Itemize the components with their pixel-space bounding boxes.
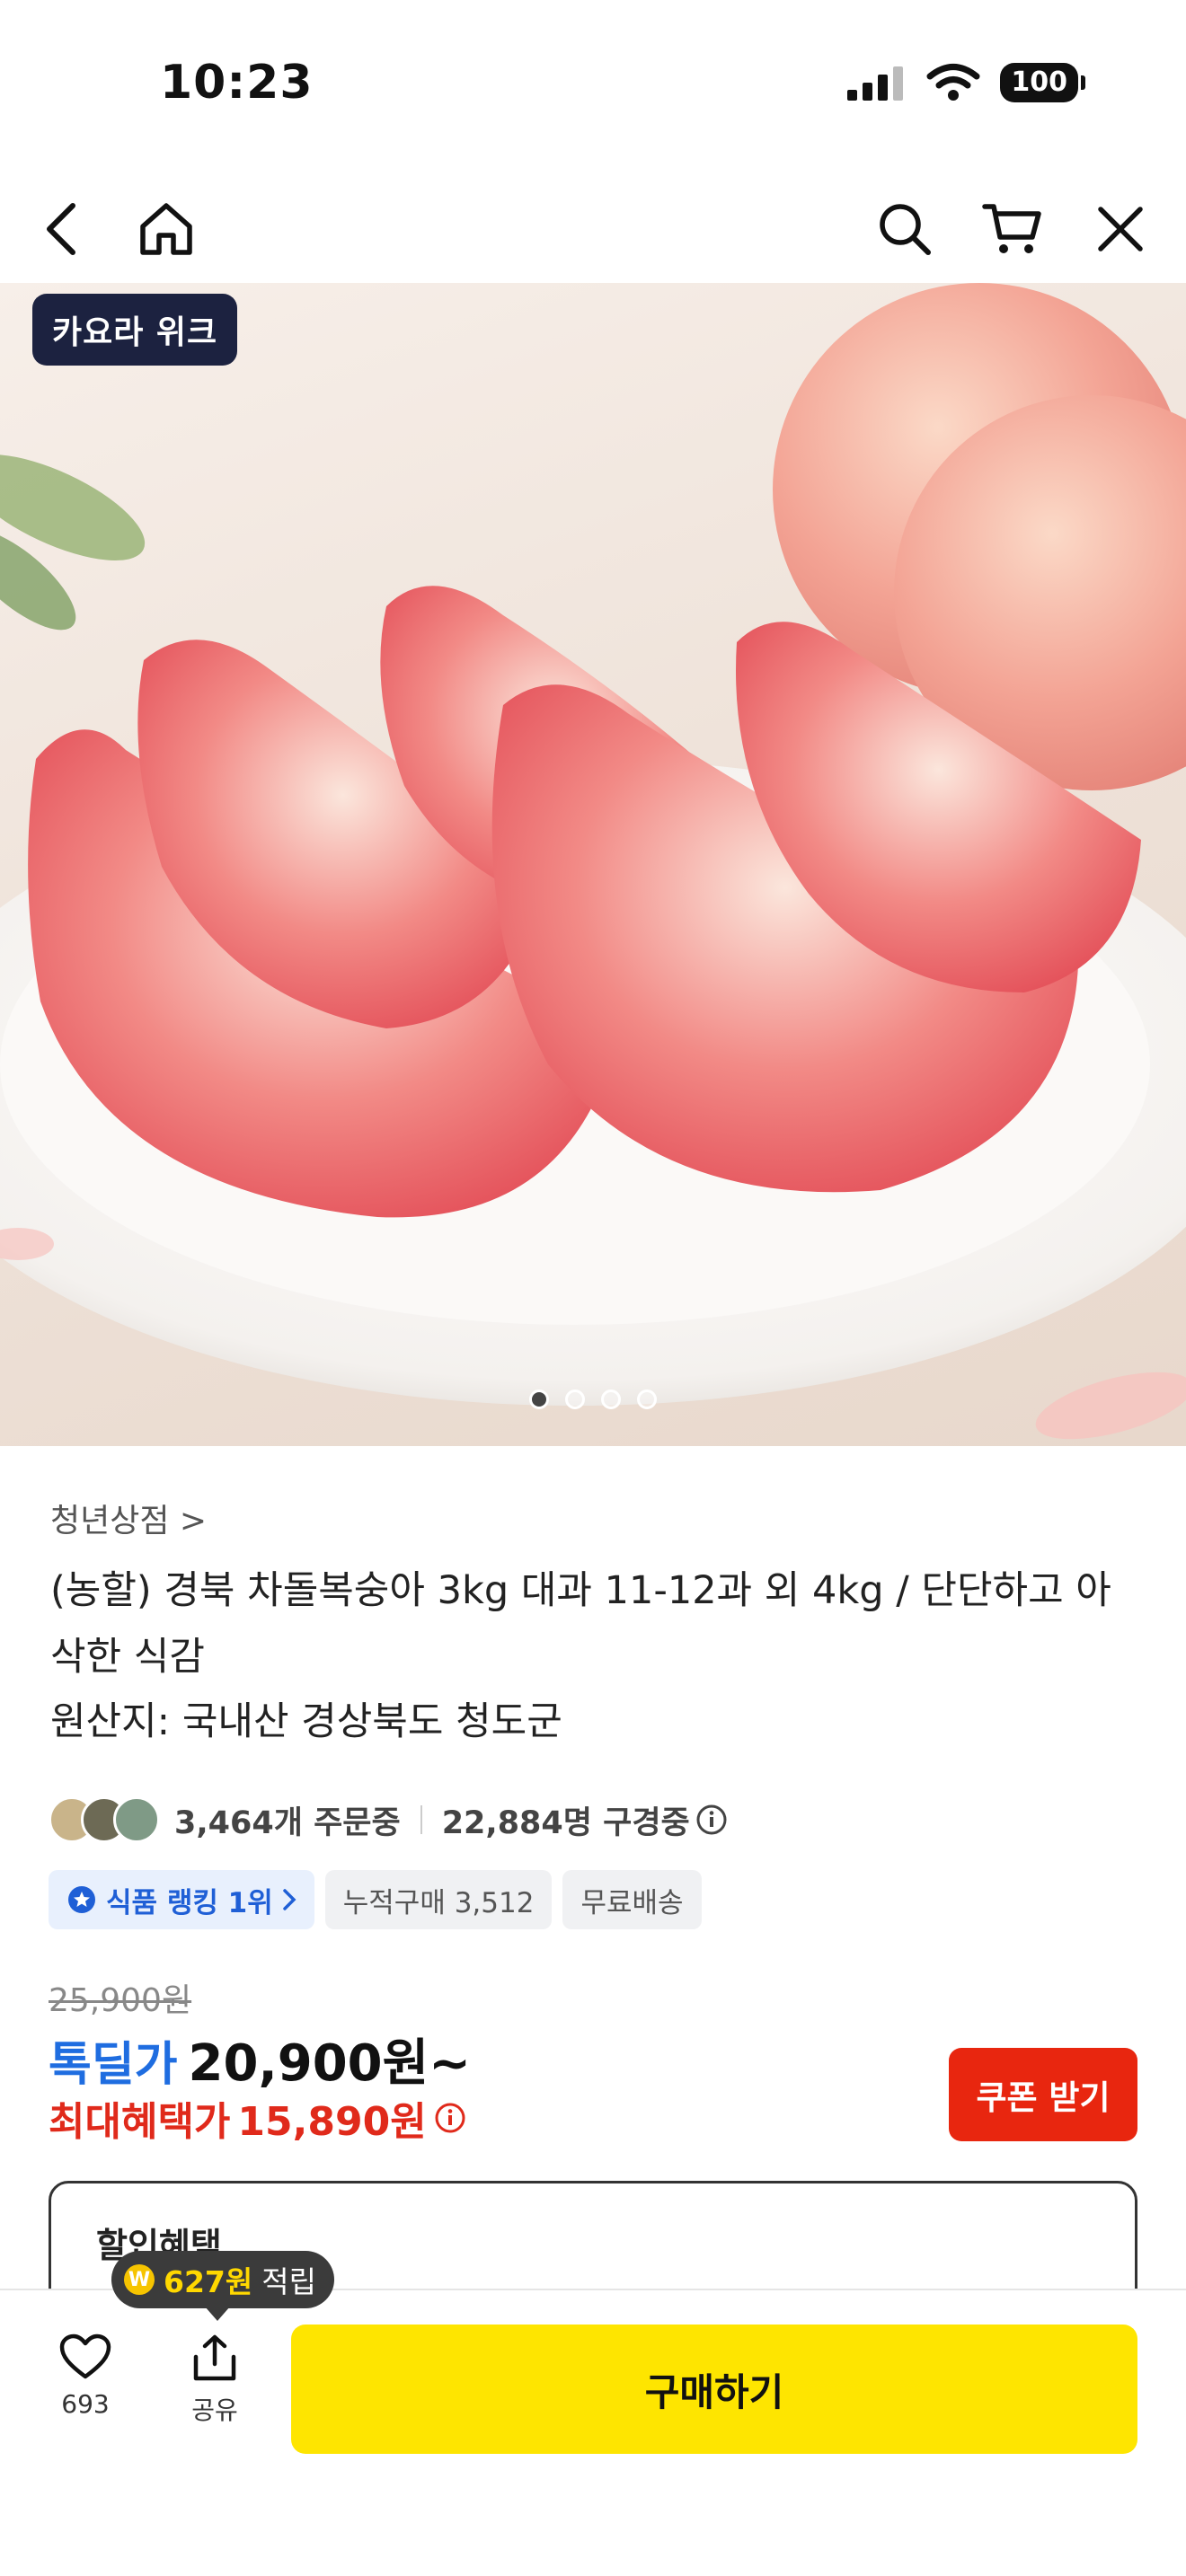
ranking-label: 식품 랭킹 1위 — [106, 1886, 273, 1919]
nav-bar — [0, 171, 1186, 283]
point-coin-icon: W — [124, 2264, 155, 2295]
like-count: 693 — [61, 2389, 110, 2419]
ranking-chip[interactable]: 식품 랭킹 1위 — [49, 1870, 314, 1929]
share-icon — [193, 2334, 236, 2381]
deal-label: 톡딜가 — [49, 2038, 178, 2092]
heart-icon — [59, 2333, 111, 2379]
points-amount: 627원 — [164, 2264, 253, 2299]
max-benefit-label: 최대혜택가 — [49, 2099, 231, 2145]
search-button[interactable] — [864, 189, 945, 269]
coupon-button[interactable]: 쿠폰 받기 — [949, 2048, 1137, 2141]
carousel-dot[interactable] — [529, 1389, 549, 1409]
share-button[interactable]: 공유 — [165, 2333, 264, 2427]
product-chips: 식품 랭킹 1위 누적구매 3,512 무료배송 — [49, 1870, 702, 1929]
product-image-carousel[interactable]: 카요라 위크 — [0, 283, 1186, 1446]
watcher-count: 22,884명 구경중 — [441, 1804, 690, 1841]
avatar — [113, 1796, 160, 1843]
store-link[interactable]: 청년상점 > — [50, 1495, 207, 1541]
status-time: 10:23 — [160, 56, 314, 110]
back-icon — [47, 203, 75, 255]
promo-badge: 카요라 위크 — [32, 294, 238, 366]
buy-button[interactable]: 구매하기 — [291, 2325, 1137, 2454]
carousel-dots — [0, 1389, 1186, 1409]
original-price: 25,900원 — [49, 1982, 192, 2019]
status-icons: 100 — [847, 63, 1085, 102]
points-suffix: 적립 — [261, 2264, 316, 2299]
carousel-dot[interactable] — [601, 1389, 621, 1409]
max-benefit-row: 최대혜택가 15,890원 — [49, 2089, 466, 2147]
info-icon[interactable] — [434, 2102, 466, 2134]
cart-icon — [982, 204, 1041, 253]
home-icon — [140, 203, 192, 255]
product-origin: 원산지: 국내산 경상북도 청도군 — [50, 1699, 562, 1744]
product-title: (농할) 경북 차돌복숭아 3kg 대과 11-12과 외 4kg / 단단하고… — [50, 1568, 1111, 1680]
cellular-signal-icon — [847, 66, 904, 101]
peach-photo — [0, 283, 1186, 1440]
battery-indicator: 100 — [1000, 63, 1085, 102]
carousel-dot[interactable] — [565, 1389, 585, 1409]
wifi-icon — [926, 64, 980, 101]
free-shipping-chip: 무료배송 — [562, 1870, 702, 1929]
status-bar: 10:23 100 — [0, 0, 1186, 171]
share-label: 공유 — [191, 2395, 238, 2425]
close-icon — [1098, 207, 1143, 251]
divider — [420, 1805, 422, 1834]
order-count: 3,464개 주문중 — [174, 1804, 401, 1841]
buyer-avatars — [49, 1796, 160, 1843]
cumulative-purchase-chip: 누적구매 3,512 — [324, 1870, 553, 1929]
max-benefit-price: 15,890원 — [237, 2099, 427, 2145]
deal-price: 20,900원~ — [188, 2034, 472, 2093]
chevron-right-icon — [283, 1889, 296, 1910]
back-button[interactable] — [22, 189, 102, 269]
carousel-dot[interactable] — [637, 1389, 657, 1409]
cart-button[interactable] — [972, 189, 1053, 269]
deal-price-row: 톡딜가 20,900원~ — [49, 2023, 471, 2095]
home-button[interactable] — [126, 189, 207, 269]
points-tooltip: W 627원 적립 — [111, 2251, 334, 2321]
purchase-stats: 3,464개 주문중 22,884명 구경중 — [49, 1793, 728, 1847]
like-button[interactable]: 693 — [36, 2333, 135, 2419]
info-icon[interactable] — [695, 1804, 728, 1836]
badge-star-icon — [68, 1886, 95, 1913]
search-icon — [880, 204, 931, 255]
close-button[interactable] — [1080, 189, 1161, 269]
